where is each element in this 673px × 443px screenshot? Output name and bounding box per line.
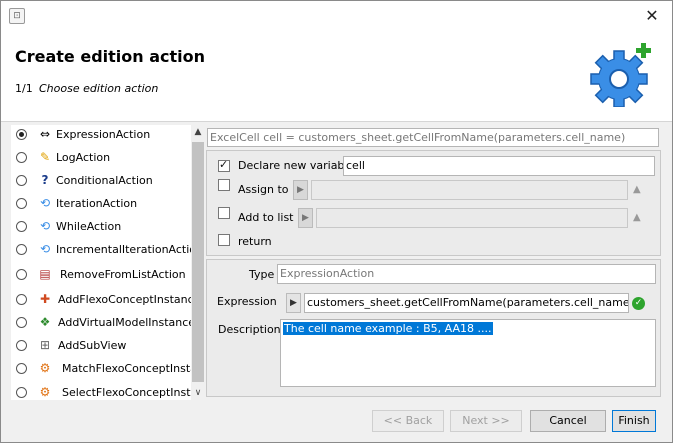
scrollbar-thumb[interactable]	[192, 142, 204, 382]
list-item[interactable]: ⟲ WhileAction	[11, 217, 191, 239]
expression-summary: ExcelCell cell = customers_sheet.getCell…	[207, 128, 659, 147]
list-item-label: AddVirtualModelInstance	[58, 316, 191, 329]
list-item-label: MatchFlexoConceptInstance	[62, 362, 191, 375]
expression-icon: ⇔	[39, 127, 51, 141]
wizard-header: Create edition action 1/1 Choose edition…	[1, 31, 672, 122]
app-icon: ⊡	[9, 8, 25, 24]
variable-name-field[interactable]: cell	[343, 156, 655, 176]
list-item-label: RemoveFromListAction	[60, 268, 186, 281]
concept-add-icon: ✚	[39, 292, 51, 306]
list-item-label: IterationAction	[56, 197, 138, 210]
pencil-icon: ✎	[39, 150, 51, 164]
radio-button[interactable]	[16, 152, 27, 163]
subview-icon: ⊞	[39, 338, 51, 352]
radio-button[interactable]	[16, 269, 27, 280]
close-icon[interactable]: ✕	[640, 5, 664, 27]
back-button[interactable]: << Back	[372, 410, 444, 432]
play-icon[interactable]: ▶	[293, 180, 308, 200]
declare-variable-label: Declare new variable	[238, 159, 355, 172]
list-item[interactable]: ❖ AddVirtualModelInstance	[11, 313, 191, 335]
action-type-list: ⇔ ExpressionAction ✎ LogAction ? Conditi…	[11, 125, 191, 400]
assign-to-checkbox[interactable]	[218, 179, 230, 191]
list-item[interactable]: ? ConditionalAction	[11, 171, 191, 193]
list-item-label: AddFlexoConceptInstance	[58, 293, 191, 306]
description-textarea[interactable]: The cell name example : B5, AA18 ....	[280, 319, 656, 387]
list-item[interactable]: ▤ RemoveFromListAction	[11, 265, 191, 287]
dialog-window: ⊡ ✕ Create edition action 1/1 Choose edi…	[0, 0, 673, 443]
list-item-label: ConditionalAction	[56, 174, 153, 187]
step-subtitle: Choose edition action	[39, 82, 159, 95]
variable-panel: Declare new variable cell Assign to ▶ ▲ …	[206, 150, 661, 256]
list-item-label: LogAction	[56, 151, 111, 164]
list-item-label: ExpressionAction	[56, 128, 151, 141]
list-item[interactable]: ✚ AddFlexoConceptInstance	[11, 290, 191, 312]
assign-to-label: Assign to	[238, 183, 289, 196]
loop-icon: ⟲	[39, 219, 51, 233]
list-item-label: SelectFlexoConceptInstance	[62, 386, 191, 399]
finish-button[interactable]: Finish	[612, 410, 656, 432]
radio-button[interactable]	[16, 221, 27, 232]
list-item-label: IncrementalIterationAction	[56, 243, 191, 256]
list-scrollbar[interactable]: ▲ ∨	[191, 125, 205, 400]
type-label: Type	[249, 268, 275, 281]
list-item-label: AddSubView	[58, 339, 127, 352]
return-label: return	[238, 235, 272, 248]
title-bar: ⊡ ✕	[1, 1, 672, 31]
add-to-list-field[interactable]	[316, 208, 628, 228]
action-details-panel: Type ExpressionAction Expression ▶ custo…	[206, 259, 661, 397]
add-to-list-checkbox[interactable]	[218, 207, 230, 219]
radio-button[interactable]	[16, 294, 27, 305]
list-item[interactable]: ⟲ IncrementalIterationAction	[11, 240, 191, 262]
list-item[interactable]: ⟲ IterationAction	[11, 194, 191, 216]
radio-button[interactable]	[16, 175, 27, 186]
add-to-list-label: Add to list	[238, 211, 294, 224]
loop-icon: ⟲	[39, 196, 51, 210]
expression-field[interactable]: customers_sheet.getCellFromName(paramete…	[304, 293, 629, 313]
radio-button[interactable]	[16, 244, 27, 255]
description-label: Description	[218, 323, 281, 336]
assign-to-field[interactable]	[311, 180, 628, 200]
list-item[interactable]: ⚙ SelectFlexoConceptInstance	[11, 383, 191, 400]
match-icon: ⚙	[39, 361, 51, 375]
page-title: Create edition action	[15, 47, 206, 66]
radio-button[interactable]	[16, 198, 27, 209]
radio-button[interactable]	[16, 340, 27, 351]
description-text: The cell name example : B5, AA18 ....	[283, 322, 493, 335]
list-item[interactable]: ⇔ ExpressionAction	[11, 125, 191, 147]
radio-button[interactable]	[16, 317, 27, 328]
select-icon: ⚙	[39, 385, 51, 399]
gear-add-icon	[590, 43, 651, 107]
model-add-icon: ❖	[39, 315, 51, 329]
play-icon[interactable]: ▶	[286, 293, 301, 313]
next-button[interactable]: Next >>	[450, 410, 522, 432]
list-item-label: WhileAction	[56, 220, 122, 233]
question-icon: ?	[41, 173, 49, 187]
cancel-button[interactable]: Cancel	[530, 410, 606, 432]
list-item[interactable]: ✎ LogAction	[11, 148, 191, 170]
declare-variable-checkbox[interactable]	[218, 158, 230, 172]
radio-button[interactable]	[16, 387, 27, 398]
list-item[interactable]: ⊞ AddSubView	[11, 336, 191, 358]
radio-button[interactable]	[16, 363, 27, 374]
radio-button[interactable]	[16, 129, 27, 140]
step-counter: 1/1	[15, 82, 33, 95]
play-icon[interactable]: ▶	[298, 208, 313, 228]
chevron-up-icon[interactable]: ▲	[191, 125, 205, 139]
chevron-down-icon[interactable]: ∨	[191, 386, 205, 400]
lock-icon: ▲	[633, 212, 641, 223]
lock-icon: ▲	[633, 184, 641, 195]
expression-label: Expression	[217, 295, 277, 308]
loop-icon: ⟲	[39, 242, 51, 256]
return-checkbox[interactable]	[218, 234, 230, 246]
valid-check-icon: ✓	[632, 297, 645, 310]
list-remove-icon: ▤	[39, 267, 51, 281]
list-item[interactable]: ⚙ MatchFlexoConceptInstance	[11, 359, 191, 381]
type-field: ExpressionAction	[277, 264, 656, 284]
